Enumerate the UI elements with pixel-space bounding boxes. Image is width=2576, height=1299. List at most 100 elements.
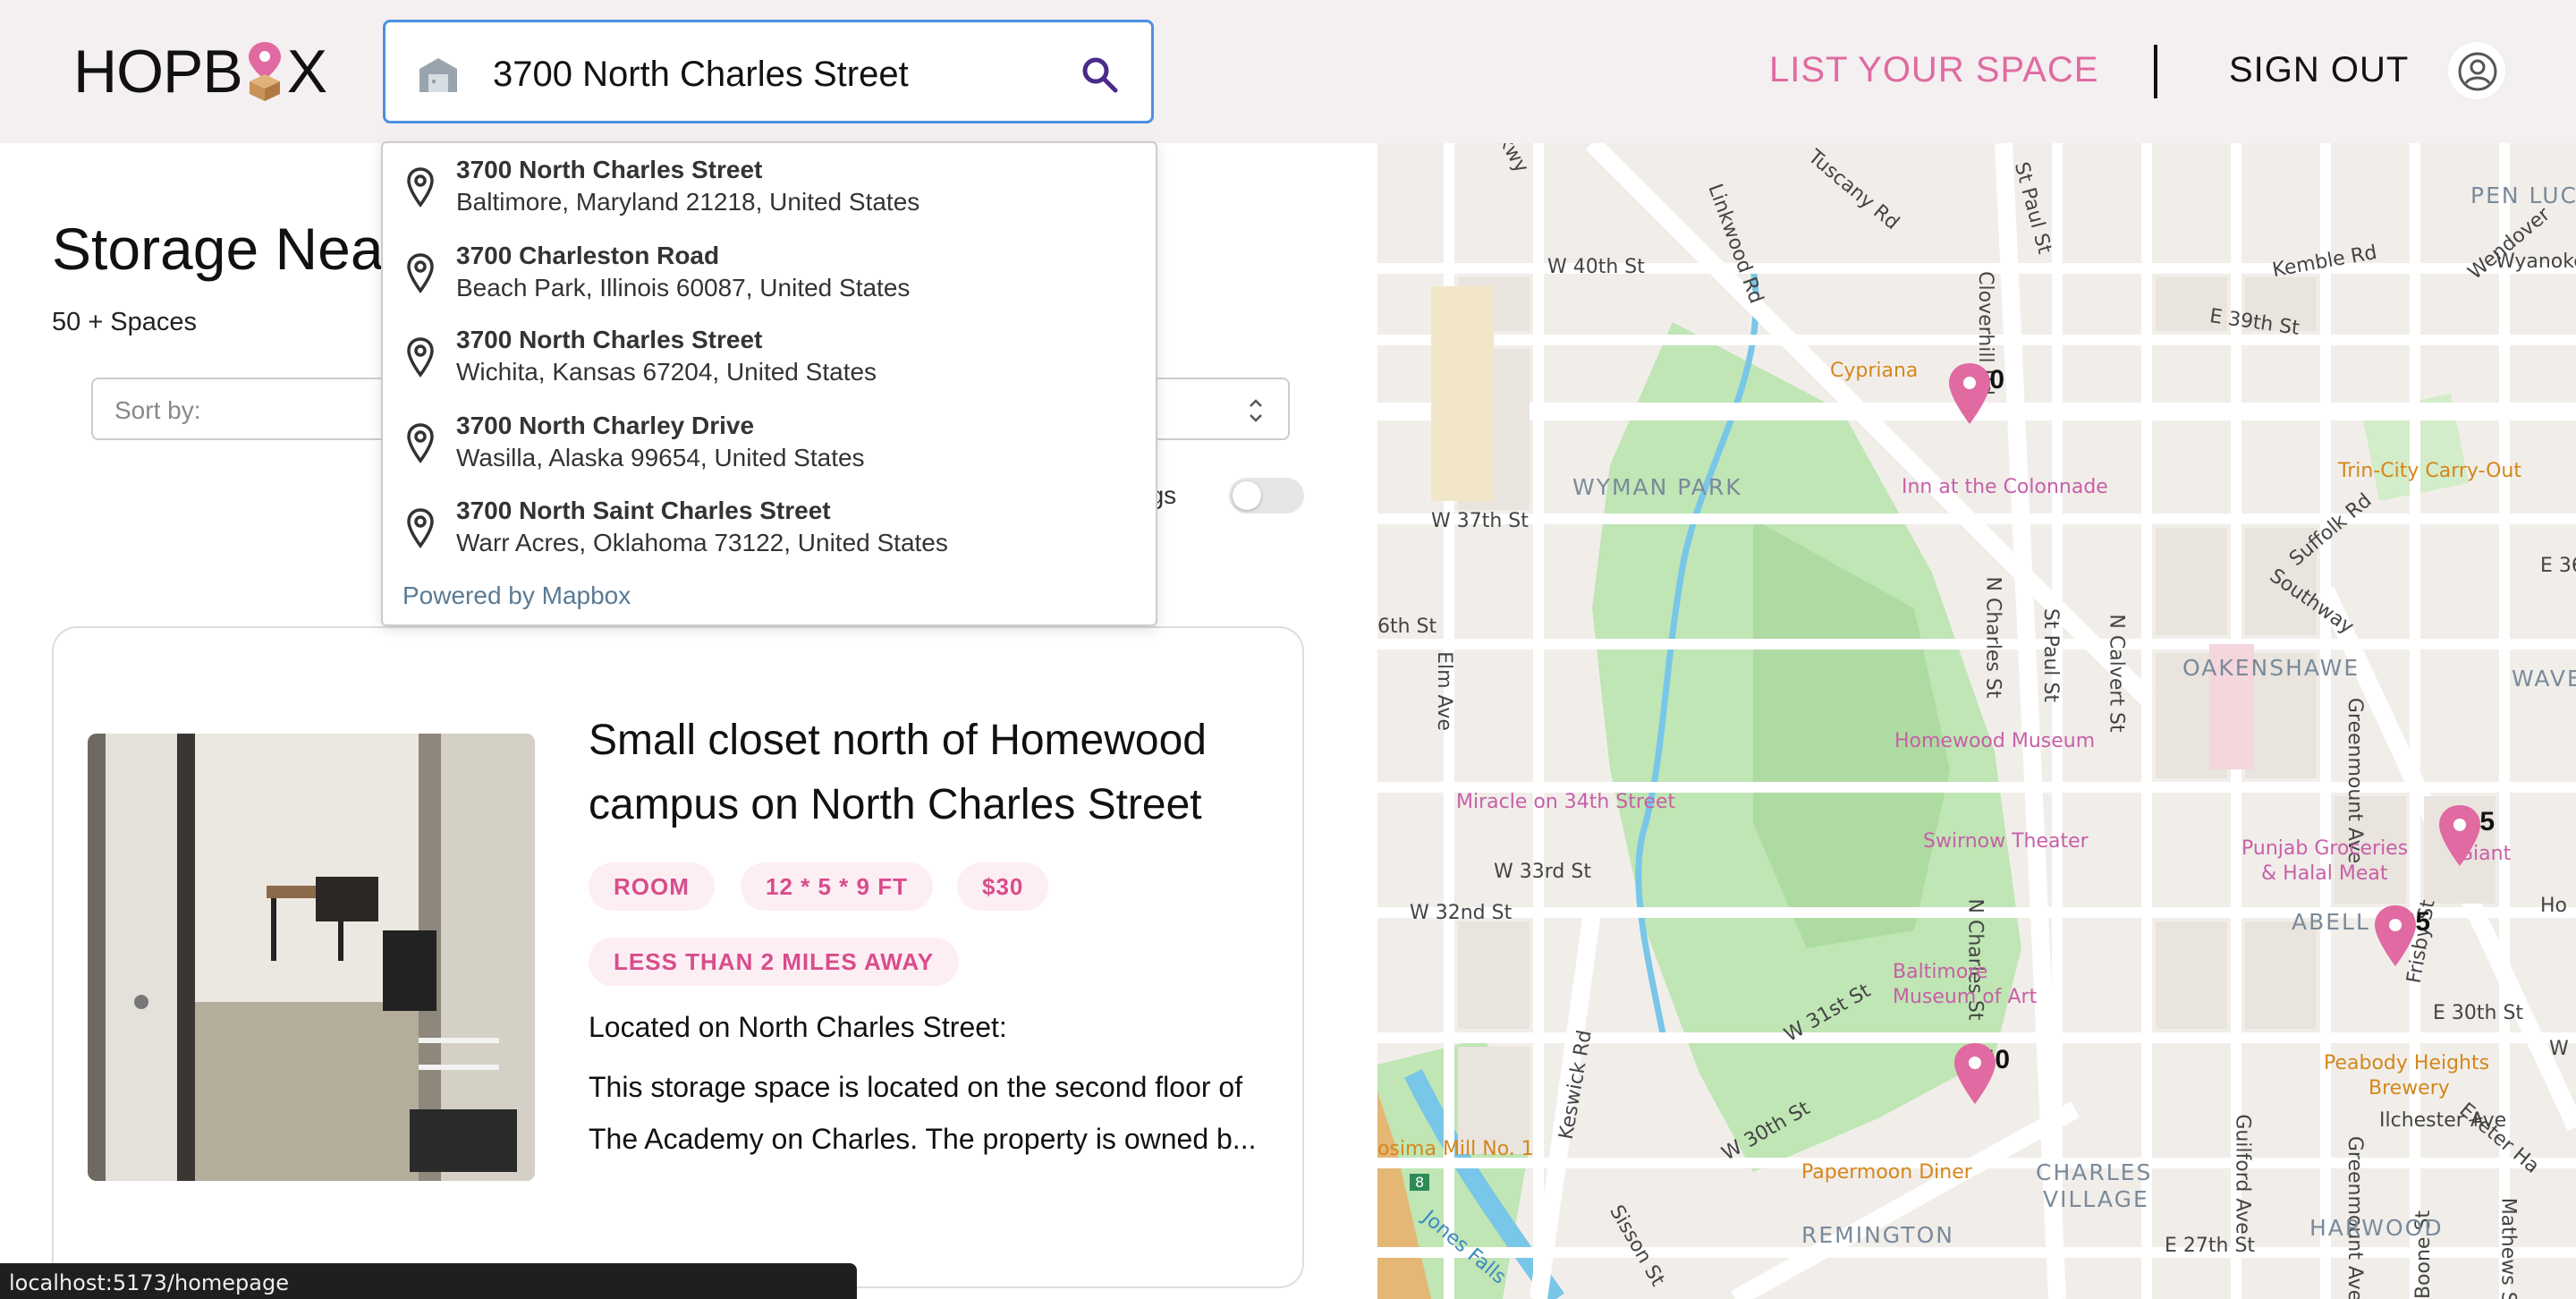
poi-label[interactable]: Museum of Art [1893,986,2037,1008]
chevron-up-down-icon [1250,399,1262,422]
poi-label[interactable]: Papermoon Diner [1801,1161,1972,1184]
suggestion-sub: Warr Acres, Oklahoma 73122, United State… [456,529,948,556]
poi-label[interactable]: Brewery [2368,1077,2450,1099]
user-avatar[interactable] [2447,41,2506,100]
suggestion-main: 3700 North Charley Drive [456,412,755,439]
location-pin-icon [407,253,434,293]
suggestion-item[interactable]: 3700 North Charley Drive Wasilla, Alaska… [383,401,1156,487]
suggestion-sub: Wasilla, Alaska 99654, United States [456,444,865,471]
map-label: W 40th St [1547,256,1645,278]
map-label: W 32nd St [1410,902,1513,924]
hopbox-logo[interactable]: HOPB X [73,38,327,106]
poi-label[interactable]: Cypriana [1830,360,1918,382]
tag-type: ROOM [589,862,715,911]
map-pin-icon [1954,1043,1996,1104]
map-label: E 27th St [2165,1235,2256,1257]
poi-label[interactable]: Homewood Museum [1894,730,2095,752]
map-area-label: REMINGTON [1801,1222,1954,1248]
listing-photo [88,734,535,1181]
suggestion-sub: Wichita, Kansas 67204, United States [456,358,877,386]
map-area-label: HARWOOD [2309,1215,2444,1241]
map-label: Wyanoke [2496,250,2576,273]
powered-by-mapbox-link[interactable]: Powered by Mapbox [402,582,631,610]
poi-label[interactable]: Peabody Heights [2324,1052,2489,1074]
map-pin-icon [1949,363,1990,424]
status-url: localhost:5173/homepage [9,1270,289,1295]
map-area-label: WYMAN PARK [1572,474,1742,500]
listings-toggle[interactable] [1229,478,1304,514]
poi-label[interactable]: & Halal Meat [2261,862,2388,885]
search-input-value[interactable]: 3700 North Charles Street [493,55,909,95]
map-label: St Paul St [2038,608,2062,702]
logo-text-right: X [286,38,327,106]
listing-card[interactable]: Small closet north of Homewood campus on… [52,626,1304,1288]
location-pin-icon [407,423,434,463]
map-area-label: CHARLES [2036,1159,2153,1185]
map-area-label: WAVER [2512,666,2576,692]
suggestion-main: 3700 Charleston Road [456,242,720,269]
poi-label[interactable]: osima Mill No. 1 [1377,1138,1534,1160]
map-pin-icon [2375,905,2416,966]
location-pin-icon [407,337,434,378]
poi-label[interactable]: Miracle on 34th Street [1456,791,1675,813]
tag-distance: LESS THAN 2 MILES AWAY [589,938,960,986]
sort-label: Sort by: [114,396,201,424]
map-area-label: VILLAGE [2043,1186,2149,1212]
route-badge: 8 [1410,1174,1430,1191]
price-marker[interactable]: $15 [2436,803,2508,866]
map-label: W 33rd St [1494,861,1591,883]
logo-text-left: HOPB [73,38,243,106]
poi-label[interactable]: Baltimore [1893,961,1987,983]
map-label: Mathews St [2496,1197,2520,1299]
suggestion-item[interactable]: 3700 Charleston Road Beach Park, Illinoi… [383,231,1156,317]
top-header: HOPB X 3700 North Charles Street LIST YO… [0,0,2576,143]
suggestion-main: 3700 North Charles Street [456,156,763,183]
map-label: Ho [2540,895,2568,917]
search-suggestions-dropdown: 3700 North Charles Street Baltimore, Mar… [381,141,1157,626]
map-label: 6th St [1377,616,1437,638]
map-area-label: ABELL [2292,909,2370,935]
sign-out-button[interactable]: SIGN OUT [2229,50,2409,90]
map-label: N Calvert St [2105,614,2128,733]
poi-label[interactable]: Trin-City Carry-Out [2338,460,2521,482]
map-label: W [2549,1038,2569,1060]
suggestion-item[interactable]: 3700 North Charles Street Baltimore, Mar… [383,145,1156,231]
map-area-label: PEN LUCY [2470,183,2576,208]
list-your-space-link[interactable]: LIST YOUR SPACE [1769,50,2098,90]
price-marker[interactable]: $40 [1952,1041,2023,1104]
price-marker[interactable]: $65 [2372,904,2444,966]
page-title: Storage Near [52,216,392,282]
browser-status-bar: localhost:5173/homepage [0,1263,857,1299]
location-pin-icon [407,508,434,548]
suggestion-item[interactable]: 3700 North Saint Charles Street Warr Acr… [383,486,1156,572]
poi-label[interactable]: Inn at the Colonnade [1902,476,2108,498]
map-label: E 36 [2540,555,2576,577]
map-pin-icon [2439,805,2480,866]
suggestion-main: 3700 North Saint Charles Street [456,497,831,524]
price-marker[interactable]: $30 [1946,361,2018,424]
tag-dimensions: 12 * 5 * 9 FT [741,862,933,911]
suggestion-main: 3700 North Charles Street [456,326,763,353]
poi-label[interactable]: Swirnow Theater [1923,830,2089,853]
map-label: E 30th St [2433,1002,2524,1024]
map-label: Guilford Ave [2231,1114,2254,1235]
location-pin-icon [407,167,434,208]
listing-description-heading: Located on North Charles Street: [589,1011,1007,1043]
poi-label[interactable]: Punjab Groceries [2241,837,2408,860]
listing-title[interactable]: Small closet north of Homewood campus on… [589,709,1268,837]
header-divider [2154,45,2157,98]
warehouse-icon [419,58,457,92]
tag-price: $30 [957,862,1049,911]
map-view[interactable]: kwy W 40th St W 37th St 6th St W 33rd St… [1377,143,2576,1299]
suggestion-item[interactable]: 3700 North Charles Street Wichita, Kansa… [383,315,1156,401]
suggestion-sub: Baltimore, Maryland 21218, United States [456,188,920,216]
map-label: Elm Ave [1432,651,1455,731]
search-icon[interactable] [1080,55,1119,94]
map-label: W 37th St [1431,510,1529,532]
spaces-count: 50 + Spaces [52,308,198,336]
listing-description: This storage space is located on the sec… [589,1071,1257,1155]
location-search-input[interactable]: 3700 North Charles Street [383,20,1154,123]
map-label: N Charles St [1981,576,2004,699]
suggestion-sub: Beach Park, Illinois 60087, United State… [456,274,911,301]
user-icon [2458,52,2497,91]
